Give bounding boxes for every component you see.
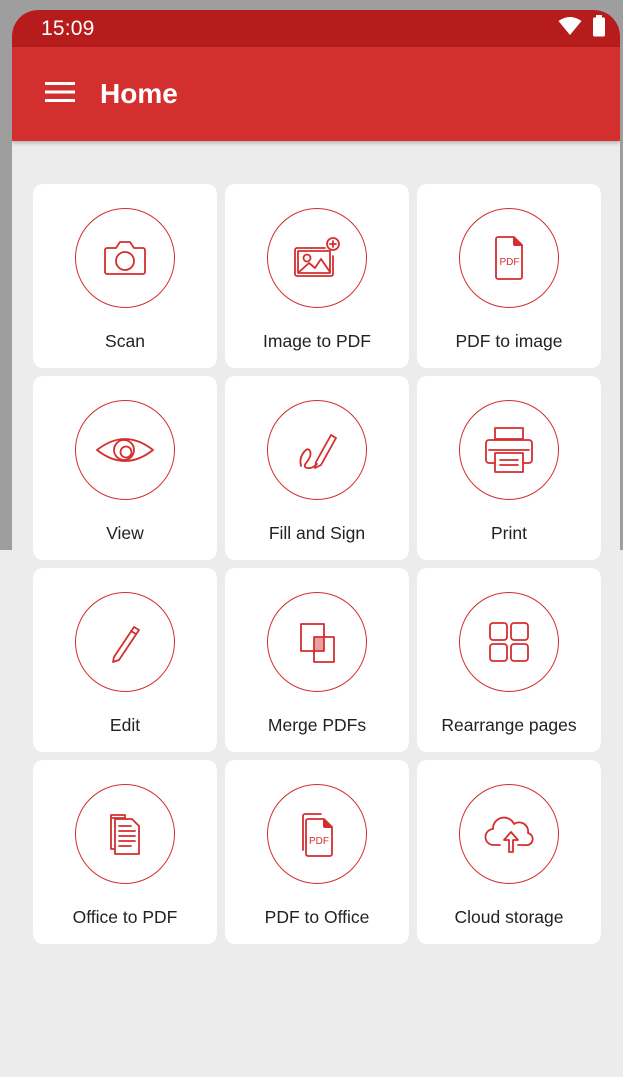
tool-label: Merge PDFs (267, 715, 367, 735)
wifi-icon (558, 16, 582, 41)
tool-view[interactable]: View (33, 376, 217, 560)
tool-label: Image to PDF (263, 331, 371, 351)
app-window: 15:09 Home Scan Image to PDF PDF PDF to … (12, 10, 620, 1077)
tool-label: PDF to image (455, 331, 563, 351)
camera-icon (75, 208, 175, 308)
tools-grid: Scan Image to PDF PDF PDF to image View … (33, 184, 601, 944)
tool-rearrange-pages[interactable]: Rearrange pages (417, 568, 601, 752)
tool-label: Office to PDF (72, 907, 178, 927)
tool-label: Scan (105, 331, 145, 351)
tool-print[interactable]: Print (417, 376, 601, 560)
tool-office-to-pdf[interactable]: Office to PDF (33, 760, 217, 944)
tool-label: Print (491, 523, 527, 543)
tool-label: Fill and Sign (268, 523, 366, 543)
pencil-icon (75, 592, 175, 692)
app-bar: Home (12, 47, 620, 141)
tool-label: Rearrange pages (441, 715, 577, 735)
tool-edit[interactable]: Edit (33, 568, 217, 752)
image-add-icon (267, 208, 367, 308)
pdf-badge-text: PDF (500, 257, 520, 268)
tool-scan[interactable]: Scan (33, 184, 217, 368)
cloud-upload-icon (459, 784, 559, 884)
pdf-file-icon: PDF (459, 208, 559, 308)
tool-image-to-pdf[interactable]: Image to PDF (225, 184, 409, 368)
tool-label: Edit (109, 715, 141, 735)
documents-icon (75, 784, 175, 884)
battery-icon (592, 15, 606, 42)
page-title: Home (100, 78, 178, 109)
tool-label: PDF to Office (264, 907, 370, 927)
tool-label: View (106, 523, 144, 543)
tool-fill-and-sign[interactable]: Fill and Sign (225, 376, 409, 560)
status-time: 15:09 (41, 16, 95, 40)
printer-icon (459, 400, 559, 500)
pdf-stack-icon: PDF (267, 784, 367, 884)
eye-icon (75, 400, 175, 500)
tool-label: Cloud storage (454, 907, 564, 927)
tool-merge-pdfs[interactable]: Merge PDFs (225, 568, 409, 752)
menu-button[interactable] (12, 47, 100, 141)
pdf-badge-text: PDF (309, 836, 329, 847)
grid-pages-icon (459, 592, 559, 692)
tool-pdf-to-office[interactable]: PDF PDF to Office (225, 760, 409, 944)
status-icons (558, 15, 606, 42)
tool-pdf-to-image[interactable]: PDF PDF to image (417, 184, 601, 368)
merge-squares-icon (267, 592, 367, 692)
status-bar: 15:09 (12, 10, 620, 47)
tool-cloud-storage[interactable]: Cloud storage (417, 760, 601, 944)
hamburger-menu-icon (37, 81, 75, 108)
signature-pen-icon (267, 400, 367, 500)
